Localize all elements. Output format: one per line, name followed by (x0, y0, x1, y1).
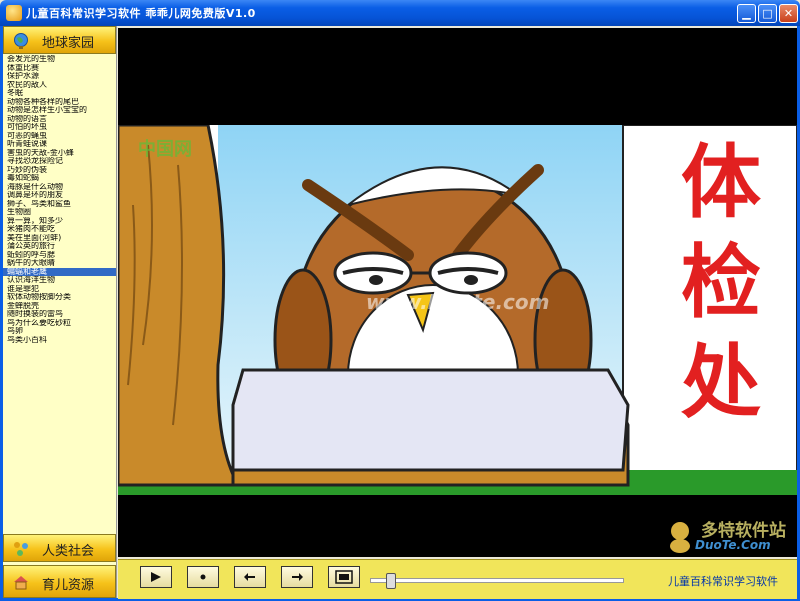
topic-list-item[interactable]: 蝙蝠和老鹰 (3, 267, 116, 276)
seek-slider-thumb[interactable] (386, 573, 397, 589)
topic-list-item[interactable]: 巧妙的伪装 (3, 166, 116, 175)
sign-char-3: 处 (681, 336, 761, 429)
rewind-button[interactable] (234, 566, 266, 588)
seek-slider[interactable] (370, 573, 624, 589)
topic-list-item[interactable]: 毒如蛇蝎 (3, 174, 116, 183)
fullscreen-button[interactable] (328, 566, 360, 588)
topic-list-item[interactable]: 算一算，知多少 (3, 217, 116, 226)
maximize-button[interactable]: □ (758, 4, 777, 23)
topic-list[interactable]: 会发光的生物 体重比赛 保护水源 农民的敌人 冬眠 动物各种各样的尾巴 动物是怎样生小宝宝的… (3, 55, 116, 562)
duote-watermark: www.Duote.com (366, 290, 550, 314)
topic-list-item[interactable]: 寻找恐龙探险记 (3, 157, 116, 166)
play-icon (151, 572, 161, 582)
topic-list-item[interactable]: 随时换装的雷鸟 (3, 310, 116, 319)
stop-button[interactable] (187, 566, 219, 588)
topic-list-item[interactable]: 鸟为什么要吃砂粒 (3, 319, 116, 328)
nav-human-society-button[interactable]: 人类社会 (3, 534, 116, 562)
topic-list-item[interactable]: 海豚是什么动物 (3, 183, 116, 192)
nav-parenting-resources-label: 育儿资源 (42, 578, 95, 593)
topic-list-item[interactable]: 农民的敌人 (3, 81, 116, 90)
close-button[interactable]: ✕ (779, 4, 798, 23)
topic-list-item[interactable]: 软体动物按脚分类 (3, 293, 116, 302)
nav-parenting-resources-button[interactable]: 育儿资源 (3, 565, 116, 598)
globe-icon (14, 33, 28, 49)
topic-list-item[interactable]: 冬眠 (3, 89, 116, 98)
topic-list-item[interactable]: 蚯蚓的呼与腮 (3, 251, 116, 260)
sign-char-2: 检 (681, 236, 761, 329)
stop-icon (200, 574, 206, 580)
topic-list-item[interactable]: 美在里面(河蚌) (3, 234, 116, 243)
video-player[interactable]: 中国网 体 检 处 www.Duote.com (118, 28, 797, 557)
topic-list-item[interactable]: 动物各种各样的尾巴 (3, 98, 116, 107)
mascot-logo-icon (670, 522, 690, 553)
topic-list-item[interactable]: 谁是罪犯 (3, 285, 116, 294)
topic-list-item[interactable]: 金蝉脱壳 (3, 302, 116, 311)
forward-button[interactable] (281, 566, 313, 588)
watermark-site-domain: DuoTe.Com (695, 538, 771, 552)
topic-list-item[interactable]: 鸟卵 (3, 327, 116, 336)
topic-list-item[interactable]: 可恶的蝇虫 (3, 132, 116, 141)
minimize-button[interactable]: ▁ (737, 4, 756, 23)
cartoon-scene: 中国网 体 检 处 www.Duote.com (118, 125, 797, 495)
topic-list-item[interactable]: 狮子、鸟类和鲨鱼 (3, 200, 116, 209)
topic-list-item[interactable]: 调鼻是环的朋友 (3, 191, 116, 200)
nav-earth-home-button[interactable]: 地球家园 (3, 26, 116, 54)
nav-earth-home-label: 地球家园 (42, 36, 95, 51)
topic-list-item[interactable]: 蒲公英的旅行 (3, 242, 116, 251)
topic-list-item[interactable]: 保护水源 (3, 72, 116, 81)
topic-list-item[interactable]: 米猪肉不能吃 (3, 225, 116, 234)
topic-list-item[interactable]: 听青蛙说课 (3, 140, 116, 149)
sidebar: 地球家园 会发光的生物 体重比赛 保护水源 农民的敌人 冬眠 动物各种各样的尾巴 动物是怎样… (3, 26, 117, 598)
window-frame: 地球家园 会发光的生物 体重比赛 保护水源 农民的敌人 冬眠 动物各种各样的尾巴 动物是怎样… (0, 26, 800, 601)
play-button[interactable] (140, 566, 172, 588)
arrow-left-icon (244, 573, 255, 581)
topic-list-item[interactable]: 体重比赛 (3, 64, 116, 73)
topic-list-item[interactable]: 会发光的生物 (3, 55, 116, 64)
checkup-sign: 体 检 处 (666, 133, 776, 433)
house-icon (14, 576, 28, 590)
control-bar: 儿童百科常识学习软件 多特软件站 DuoTe.Com (118, 521, 797, 599)
topic-list-item[interactable]: 鸟类小百科 (3, 336, 116, 345)
duote-site-watermark: 多特软件站 DuoTe.Com (663, 516, 793, 560)
topic-list-item[interactable]: 认识海洋生物 (3, 276, 116, 285)
nav-human-society-label: 人类社会 (42, 544, 95, 559)
app-icon (6, 5, 22, 21)
fullscreen-icon (335, 570, 353, 584)
channel-watermark: 中国网 (138, 139, 192, 160)
topic-list-item[interactable]: 害虫的天敌-金小蜂 (3, 149, 116, 158)
topic-list-item[interactable]: 生物圈 (3, 208, 116, 217)
status-label: 儿童百科常识学习软件 (668, 575, 778, 588)
topic-list-item[interactable]: 动物的语言 (3, 115, 116, 124)
window-title: 儿童百科常识学习软件 乖乖儿网免费版V1.0 (26, 7, 256, 20)
arrow-right-icon (292, 573, 303, 581)
people-icon (14, 542, 28, 556)
sign-char-1: 体 (681, 136, 761, 229)
title-bar[interactable]: 儿童百科常识学习软件 乖乖儿网免费版V1.0 ▁ □ ✕ (0, 0, 800, 26)
topic-list-item[interactable]: 蜗牛的大眼睛 (3, 259, 116, 268)
topic-list-item[interactable]: 可怕的坏虫 (3, 123, 116, 132)
topic-list-item[interactable]: 动物是怎样生小宝宝的 (3, 106, 116, 115)
